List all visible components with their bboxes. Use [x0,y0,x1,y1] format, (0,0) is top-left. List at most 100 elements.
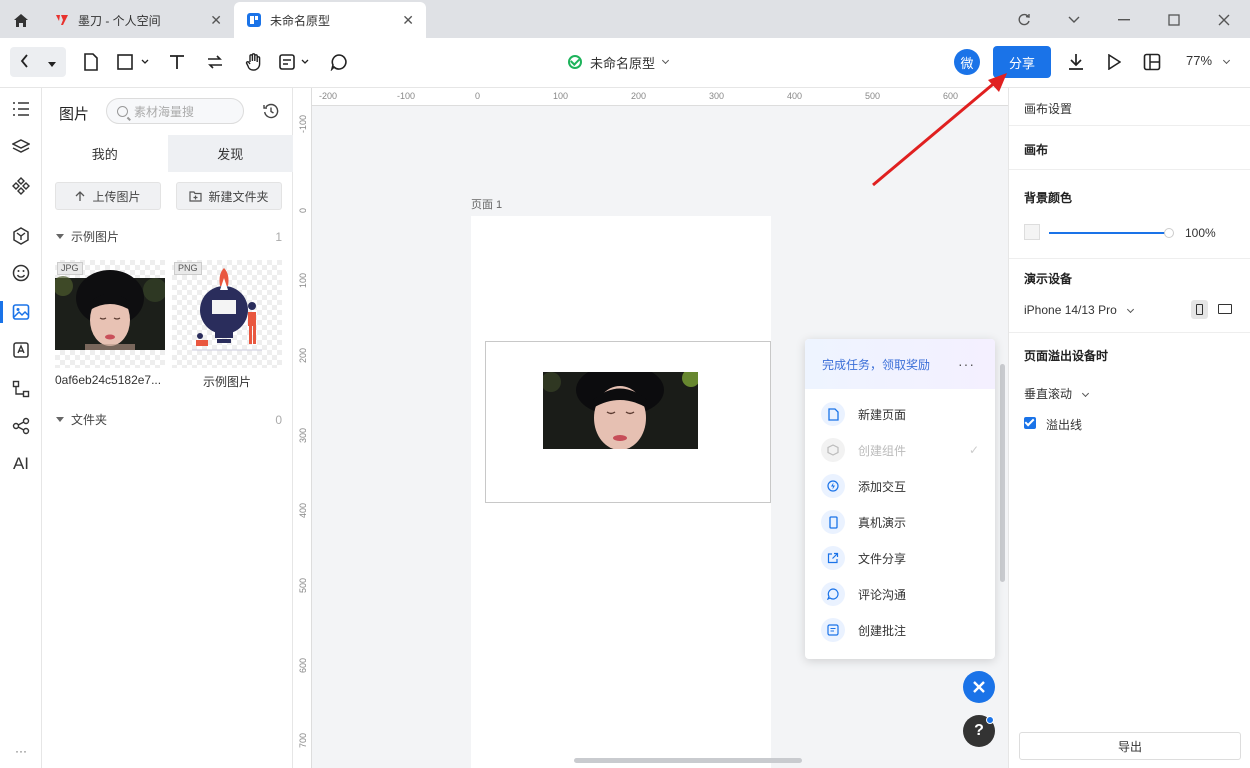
comment-icon [821,582,845,606]
task-label: 创建组件 [858,443,907,458]
dropdown-caret-icon[interactable] [38,55,66,70]
chevron-down-icon[interactable] [1062,8,1086,32]
overflow-mode-select[interactable]: 垂直滚动 [1024,385,1090,402]
close-tab-icon[interactable]: ✕ [210,12,222,29]
task-device-demo[interactable]: 真机演示 [821,509,979,535]
home-icon[interactable] [8,8,34,32]
maximize-icon[interactable] [1162,8,1186,32]
zoom-level: 77% [1186,53,1213,68]
task-annotation[interactable]: 创建批注 [821,617,979,643]
page-label[interactable]: 页面 1 [471,196,502,212]
close-window-icon[interactable] [1212,8,1236,32]
page-list-icon[interactable] [10,98,32,120]
document-title-dropdown[interactable]: 未命名原型 [568,52,670,72]
tab-untitled-prototype[interactable]: 未命名原型 ✕ [234,2,426,38]
tab-discover[interactable]: 发现 [167,135,293,172]
ruler-tick: 600 [298,657,308,673]
prototype-file-icon [246,12,262,28]
play-preview-icon[interactable] [1103,51,1125,73]
components-icon[interactable] [10,175,32,197]
task-label: 评论沟通 [858,587,907,602]
ruler-tick: 200 [298,347,308,363]
overflow-line-checkbox[interactable] [1024,417,1036,429]
red-annotation-arrow [872,73,1007,187]
more-icon[interactable]: ··· [10,740,32,762]
task-add-interaction[interactable]: 添加交互 [821,473,979,499]
browser-tab-bar: 墨刀 - 个人空间 ✕ 未命名原型 ✕ [0,0,1250,38]
file-type-badge: PNG [174,262,202,275]
section-count: 1 [275,229,282,244]
ai-assistant-icon[interactable]: AI [10,453,32,475]
image-icon[interactable] [10,301,32,323]
close-tab-icon[interactable]: ✕ [402,12,414,29]
demo-device-label: 演示设备 [1024,272,1073,286]
minimize-icon[interactable] [1112,8,1136,32]
tab-personal-space[interactable]: 墨刀 - 个人空间 ✕ [42,2,234,38]
task-file-share[interactable]: 文件分享 [821,545,979,571]
canvas-settings-panel: 画布设置 画布 背景颜色 100% 演示设备 iPhone 14/13 Pro … [1008,88,1250,768]
layers-icon[interactable] [10,136,32,158]
back-menu[interactable] [10,47,66,77]
vertical-scrollbar[interactable] [1000,364,1005,582]
portrait-orientation-icon[interactable] [1191,300,1208,319]
close-icon [973,681,985,693]
ruler-tick: -100 [397,91,416,101]
mindmap-icon[interactable] [10,415,32,437]
export-button[interactable]: 导出 [1019,732,1241,760]
image-caption: 0af6eb24c5182e7... [55,373,162,387]
device-select[interactable]: iPhone 14/13 Pro [1024,303,1135,317]
overflow-mode: 垂直滚动 [1024,387,1073,401]
ruler-tick: 400 [298,502,308,518]
close-tasks-button[interactable] [963,671,995,703]
hand-tool-icon[interactable] [243,51,265,73]
page-tool-icon[interactable] [80,51,102,73]
file-type-badge: JPG [57,262,83,275]
upload-image-button[interactable]: 上传图片 [55,182,161,210]
ruler-tick: -200 [319,91,338,101]
interaction-tool-icon[interactable] [204,51,226,73]
section-folders[interactable]: 文件夹 0 [56,411,282,428]
back-icon[interactable] [10,53,38,71]
history-icon[interactable] [263,103,279,119]
layout-panel-icon[interactable] [1141,51,1163,73]
comment-bubble-icon[interactable] [328,51,350,73]
caret-down-icon [56,417,64,422]
image-thumbnail-photo[interactable]: JPG [53,260,167,368]
image-thumbnail-illustration[interactable]: PNG [172,260,282,368]
emoji-icon[interactable] [10,262,32,284]
download-icon[interactable] [1065,51,1087,73]
bg-color-swatch[interactable] [1024,224,1040,240]
task-popover-header: 完成任务，领取奖励 ··· [805,339,995,389]
help-button[interactable]: ? [963,715,995,747]
task-label: 真机演示 [858,515,907,530]
new-folder-button[interactable]: 新建文件夹 [176,182,282,210]
caret-down-icon [56,234,64,239]
section-example-images[interactable]: 示例图片 1 [56,228,282,245]
text-tool-icon[interactable] [166,51,188,73]
notification-dot [986,716,994,724]
overflow-line-label: 溢出线 [1046,418,1083,432]
bg-opacity-slider[interactable] [1049,228,1174,238]
export-label: 导出 [1117,739,1142,754]
comment-note-tool-icon[interactable] [278,51,314,73]
refresh-icon[interactable] [1012,8,1036,32]
shape-tool-icon[interactable] [115,51,153,73]
slider-knob[interactable] [1164,228,1174,238]
widgets-icon[interactable] [10,225,32,247]
more-options-icon[interactable]: ··· [958,356,975,372]
canvas-portrait-image[interactable] [541,364,700,450]
task-create-component[interactable]: 创建组件 ✓ [821,437,979,463]
zoom-dropdown[interactable]: 77% [1186,53,1230,68]
landscape-orientation-icon[interactable] [1218,304,1232,314]
icon-library-icon[interactable] [10,339,32,361]
ruler-tick: 700 [298,732,308,748]
tab-mine[interactable]: 我的 [42,135,168,172]
help-icon: ? [974,722,984,739]
check-icon: ✓ [968,443,979,457]
task-new-page[interactable]: 新建页面 [821,401,979,427]
material-search-input[interactable]: 素材海量搜 [106,98,244,124]
task-comment[interactable]: 评论沟通 [821,581,979,607]
horizontal-scrollbar[interactable] [574,758,802,763]
search-icon [117,105,128,117]
flowchart-icon[interactable] [10,378,32,400]
